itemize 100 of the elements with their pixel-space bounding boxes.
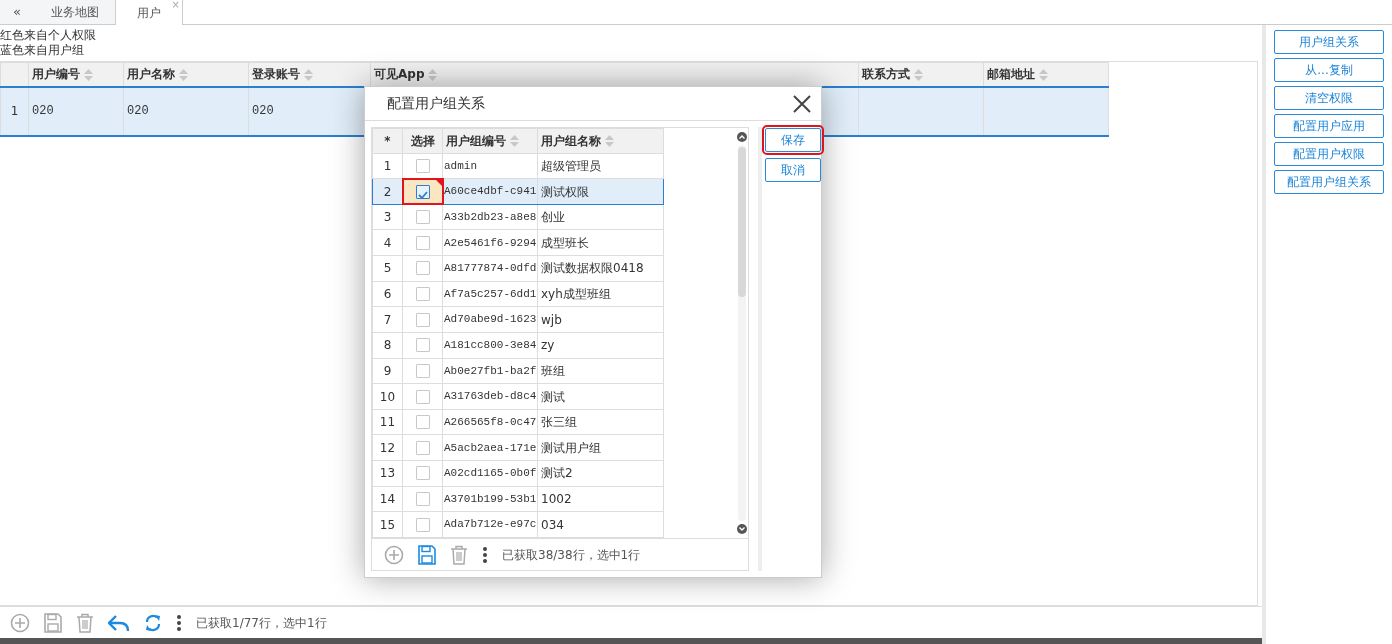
column-header: * <box>384 133 391 148</box>
row-number: 7 <box>372 306 403 333</box>
row-number: 12 <box>372 434 403 461</box>
table-cell: 测试数据权限0418 <box>537 255 664 282</box>
table-cell: admin <box>442 153 538 179</box>
table-cell: A266565f8-0c47 <box>442 409 538 435</box>
table-cell: wjb <box>537 306 664 333</box>
scrollbar[interactable] <box>0 638 1262 644</box>
refresh-icon[interactable] <box>144 612 162 633</box>
legend-text: 蓝色来自用户组 <box>0 43 85 58</box>
table-cell: 020 <box>28 86 124 136</box>
checkbox[interactable] <box>415 261 430 276</box>
checkbox[interactable] <box>415 415 430 430</box>
table-cell: 测试权限 <box>537 178 664 205</box>
checkbox[interactable] <box>415 338 430 353</box>
sort-icon[interactable] <box>84 68 93 81</box>
status-text: 已获取38/38行，选中1行 <box>502 546 641 564</box>
legend-text: 红色来自个人权限 <box>0 28 97 43</box>
sort-icon[interactable] <box>304 68 313 81</box>
scroll-thumb[interactable] <box>737 147 746 297</box>
table-cell: zy <box>537 332 664 359</box>
table-cell: xyh成型班组 <box>537 281 664 307</box>
tab-label: 用户 <box>137 4 161 22</box>
row-number: 9 <box>372 358 403 384</box>
table-cell: 034 <box>537 511 664 538</box>
checkbox[interactable] <box>415 440 430 455</box>
row-number: 15 <box>372 511 403 538</box>
table-cell: A33b2db23-a8e8 <box>442 204 538 230</box>
save-icon[interactable] <box>418 544 436 565</box>
action-button[interactable]: 清空权限 <box>1274 86 1384 110</box>
table-cell: A02cd1165-0b0f <box>442 460 538 487</box>
row-number: 10 <box>372 383 403 410</box>
action-button[interactable]: 从...复制 <box>1274 58 1384 82</box>
sort-icon[interactable] <box>179 68 188 81</box>
table-cell: A3701b199-53b1 <box>442 486 538 512</box>
checkbox[interactable] <box>415 184 430 199</box>
table-cell: 020 <box>123 86 249 136</box>
checkbox[interactable] <box>415 363 430 378</box>
table-cell: 1002 <box>537 486 664 512</box>
tab[interactable]: 用户 × <box>116 0 183 25</box>
row-number: 14 <box>372 486 403 512</box>
table-cell: Ada7b712e-e97c <box>442 511 538 538</box>
check-icon <box>416 189 429 202</box>
row-number: 1 <box>372 153 403 179</box>
checkbox[interactable] <box>415 312 430 327</box>
sort-icon[interactable] <box>914 68 923 81</box>
row-number: 4 <box>372 229 403 256</box>
collapse-button[interactable]: « <box>0 0 34 24</box>
row-number: 5 <box>372 255 403 282</box>
dialog-title: 配置用户组关系 <box>387 94 485 113</box>
table-cell: 成型班长 <box>537 229 664 256</box>
table-cell: 创业 <box>537 204 664 230</box>
checkbox[interactable] <box>415 158 430 173</box>
action-button[interactable]: 配置用户应用 <box>1274 114 1384 138</box>
checkbox[interactable] <box>415 287 430 302</box>
undo-icon[interactable] <box>108 612 130 633</box>
tab[interactable]: 业务地图 <box>34 0 116 24</box>
row-number: 8 <box>372 332 403 359</box>
row-number: 6 <box>372 281 403 307</box>
table-cell: A5acb2aea-171e <box>442 434 538 461</box>
row-number: 13 <box>372 460 403 487</box>
column-header[interactable]: 可见App <box>374 67 425 82</box>
action-button[interactable]: 配置用户组关系 <box>1274 170 1384 194</box>
dialog-button[interactable]: 保存 <box>765 128 821 152</box>
row-number: 2 <box>372 178 403 205</box>
table-cell: 测试 <box>537 383 664 410</box>
checkbox[interactable] <box>415 235 430 250</box>
table-cell: 测试用户组 <box>537 434 664 461</box>
row-number: 3 <box>372 204 403 230</box>
checkbox[interactable] <box>415 492 430 507</box>
checkbox[interactable] <box>415 466 430 481</box>
sort-icon[interactable] <box>510 135 519 148</box>
table-cell: Ad70abe9d-1623 <box>442 306 538 333</box>
column-header: 选择 <box>410 133 435 148</box>
table-cell: 测试2 <box>537 460 664 487</box>
scroll-up-icon[interactable] <box>736 132 747 142</box>
more-icon[interactable] <box>176 612 182 633</box>
more-icon[interactable] <box>482 544 488 565</box>
dialog-button[interactable]: 取消 <box>765 158 821 182</box>
table-cell: A181cc800-3e84 <box>442 332 538 359</box>
table-cell: Af7a5c257-6dd1 <box>442 281 538 307</box>
checkbox[interactable] <box>415 210 430 225</box>
table-cell: A31763deb-d8c4 <box>442 383 538 410</box>
action-button[interactable]: 用户组关系 <box>1274 30 1384 54</box>
row-number: 11 <box>372 409 403 435</box>
status-text: 已获取1/77行，选中1行 <box>196 614 327 632</box>
scroll-down-icon[interactable] <box>736 524 747 534</box>
checkbox[interactable] <box>415 389 430 404</box>
sort-icon[interactable] <box>1039 68 1048 81</box>
close-icon[interactable] <box>793 94 811 113</box>
table-cell: 超级管理员 <box>537 153 664 179</box>
checkbox[interactable] <box>415 517 430 532</box>
sort-icon[interactable] <box>605 135 614 148</box>
table-cell: 张三组 <box>537 409 664 435</box>
row-number: 1 <box>0 86 29 136</box>
table-cell: Ab0e27fb1-ba2f <box>442 358 538 384</box>
sort-icon[interactable] <box>428 68 438 81</box>
table-cell: A2e5461f6-9294 <box>442 229 538 256</box>
table-cell: A81777874-0dfd <box>442 255 538 282</box>
action-button[interactable]: 配置用户权限 <box>1274 142 1384 166</box>
